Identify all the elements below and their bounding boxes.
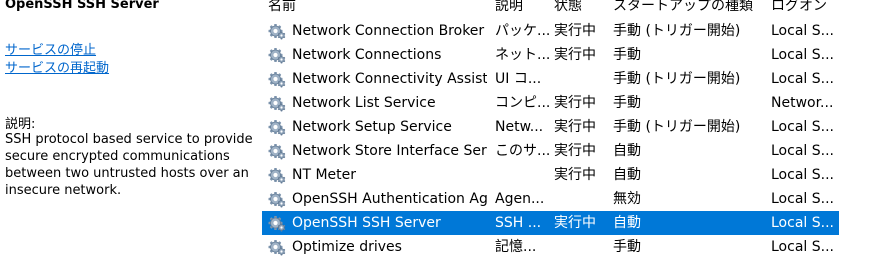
service-title: OpenSSH SSH Server	[5, 0, 159, 12]
cell-name: Network Connections	[292, 47, 442, 63]
cell-name: OpenSSH Authentication Ag...	[292, 191, 487, 207]
gear-service-icon	[268, 71, 286, 88]
stop-service-link[interactable]: サービスの停止	[5, 39, 96, 58]
cell-name: Optimize drives	[292, 239, 402, 255]
cell-status: 実行中	[554, 143, 596, 159]
table-row[interactable]: Network Connection Broker パッケ... 実行中 手動 (トリ…	[262, 19, 839, 43]
cell-startup-type: 手動 (トリガー開始)	[613, 71, 741, 87]
restart-service-link[interactable]: サービスの再起動	[5, 57, 109, 76]
cell-logon: Local S...	[771, 23, 834, 39]
cell-name: Network Setup Service	[292, 119, 452, 135]
cell-startup-type: 自動	[613, 143, 641, 159]
partial-next-row	[262, 259, 839, 263]
cell-description: Agen...	[495, 191, 545, 207]
cell-description: このサ...	[495, 143, 549, 159]
column-header-logon[interactable]: ログオン	[771, 0, 827, 15]
gear-service-icon	[268, 23, 286, 40]
table-row[interactable]: NT Meter 実行中 自動 Local S...	[262, 163, 839, 187]
cell-description: 記憶...	[495, 239, 537, 255]
cell-name: Network Store Interface Serv...	[292, 143, 487, 159]
cell-logon: Local S...	[771, 71, 834, 87]
cell-description: SSH ...	[495, 215, 542, 231]
cell-description: コンピ...	[495, 95, 549, 111]
cell-status: 実行中	[554, 119, 596, 135]
cell-description: パッケ...	[495, 23, 549, 39]
cell-startup-type: 手動	[613, 95, 641, 111]
cell-description	[495, 163, 549, 187]
cell-logon: Local S...	[771, 47, 834, 63]
cell-description: ネット...	[495, 47, 549, 63]
gear-service-icon	[268, 191, 286, 208]
cell-logon: Local S...	[771, 167, 834, 183]
table-row[interactable]: Network Connectivity Assist... UI コ... 手動 …	[262, 67, 839, 91]
column-header-status[interactable]: 状態	[554, 0, 582, 15]
cell-logon: Local S...	[771, 191, 834, 207]
cell-status	[554, 187, 609, 211]
gear-service-icon	[268, 119, 286, 136]
gear-service-icon	[268, 47, 286, 64]
table-row[interactable]: OpenSSH Authentication Ag... Agen... 無効 Loc…	[262, 187, 839, 211]
cell-startup-type: 自動	[613, 167, 641, 183]
gear-service-icon	[268, 167, 286, 184]
service-description: SSH protocol based service to provide se…	[5, 132, 253, 198]
column-header-description[interactable]: 説明	[495, 0, 523, 15]
cell-status: 実行中	[554, 95, 596, 111]
cell-status: 実行中	[554, 47, 596, 63]
cell-name: NT Meter	[292, 167, 357, 183]
gear-service-icon	[268, 95, 286, 112]
gear-service-icon	[268, 239, 286, 256]
description-label: 説明:	[5, 117, 36, 132]
gear-service-icon	[268, 215, 286, 232]
cell-name: Network Connection Broker	[292, 23, 485, 39]
cell-name: Network Connectivity Assist...	[292, 71, 487, 87]
cell-logon: Local S...	[771, 143, 834, 159]
cell-logon: Local S...	[771, 239, 834, 255]
column-header-name[interactable]: 名前	[268, 0, 296, 15]
cell-startup-type: 手動	[613, 239, 641, 255]
cell-description: UI コ...	[495, 71, 542, 87]
table-row[interactable]: Network Connections ネット... 実行中 手動 Local S...	[262, 43, 839, 67]
table-row[interactable]: Optimize drives 記憶... 手動 Local S...	[262, 235, 839, 259]
services-list: 名前 説明 状態 スタートアップの種類 ログオン Network Connect…	[262, 0, 883, 263]
cell-name: Network List Service	[292, 95, 436, 111]
cell-status: 実行中	[554, 215, 596, 231]
table-row[interactable]: Network Setup Service Netw... 実行中 手動 (トリガー開…	[262, 115, 839, 139]
cell-startup-type: 自動	[613, 215, 641, 231]
cell-status	[554, 67, 609, 91]
cell-startup-type: 手動 (トリガー開始)	[613, 119, 741, 135]
table-row[interactable]: Network Store Interface Serv... このサ... 実行中…	[262, 139, 839, 163]
cell-startup-type: 手動	[613, 47, 641, 63]
cell-startup-type: 無効	[613, 191, 641, 207]
table-row-selected[interactable]: OpenSSH SSH Server SSH ... 実行中 自動 Local S...	[262, 211, 839, 235]
column-header-startup-type[interactable]: スタートアップの種類	[613, 0, 753, 15]
cell-startup-type: 手動 (トリガー開始)	[613, 23, 741, 39]
cell-name: OpenSSH SSH Server	[292, 215, 441, 231]
cell-logon: Networ...	[771, 95, 834, 111]
cell-status: 実行中	[554, 23, 596, 39]
table-row[interactable]: Network List Service コンピ... 実行中 手動 Networ...	[262, 91, 839, 115]
cell-logon: Local S...	[771, 119, 834, 135]
cell-logon: Local S...	[771, 215, 834, 231]
service-details-pane: OpenSSH SSH Server サービスの停止 サービスの再起動 説明: …	[0, 0, 262, 263]
gear-service-icon	[268, 143, 286, 160]
cell-status: 実行中	[554, 167, 596, 183]
cell-status	[554, 235, 609, 259]
cell-description: Netw...	[495, 119, 544, 135]
